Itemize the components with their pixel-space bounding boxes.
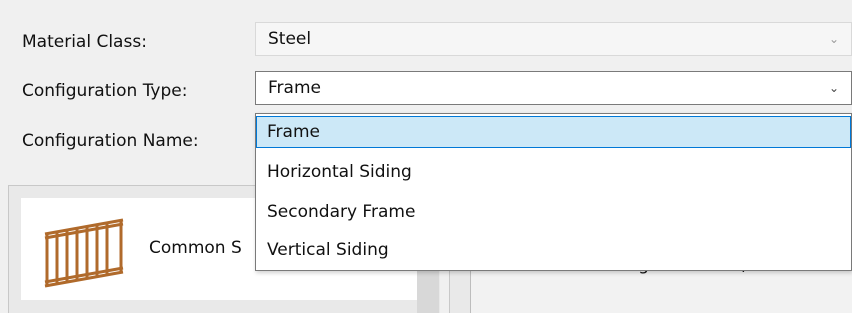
chevron-down-icon: ⌄ [828,32,839,46]
configuration-type-dropdown[interactable]: Frame Horizontal Siding Secondary Frame … [255,113,852,271]
chevron-down-icon[interactable]: ⌄ [829,72,839,104]
wall-frame-icon [44,218,124,288]
configuration-type-label: Configuration Type: [22,81,188,101]
material-class-value: Steel [268,29,312,49]
configuration-type-select[interactable]: Frame ⌄ [255,71,852,105]
list-item-label: Common S [149,238,242,258]
dropdown-option-vertical-siding[interactable]: Vertical Siding [256,234,851,266]
dropdown-option-frame[interactable]: Frame [256,116,851,148]
material-class-select[interactable]: Steel ⌄ [255,22,852,56]
material-class-label: Material Class: [22,32,147,52]
configuration-name-label: Configuration Name: [22,131,199,151]
configuration-dialog: Material Class: Steel ⌄ Configuration Ty… [0,0,852,313]
configuration-type-value: Frame [268,78,321,98]
dropdown-option-horizontal-siding[interactable]: Horizontal Siding [256,156,851,188]
dropdown-option-secondary-frame[interactable]: Secondary Frame [256,196,851,228]
